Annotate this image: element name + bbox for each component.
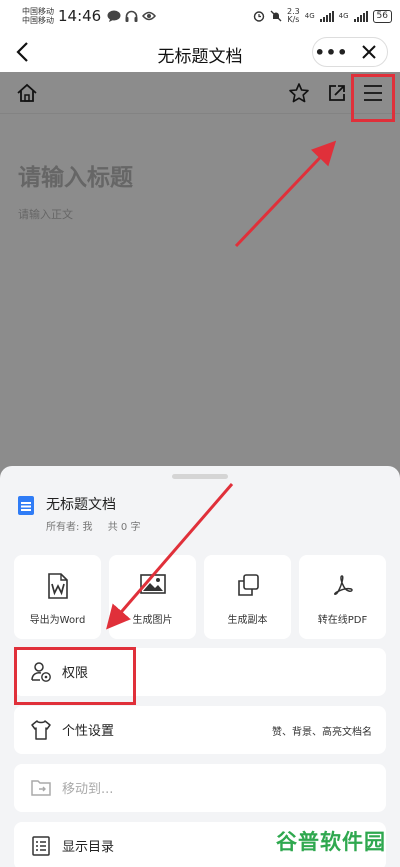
generate-image-label: 生成图片 bbox=[132, 615, 173, 626]
message-bubble-icon bbox=[107, 10, 121, 22]
generate-image-button[interactable]: 生成图片 bbox=[109, 555, 196, 639]
net-type-2: 4G bbox=[338, 12, 349, 20]
tshirt-icon bbox=[31, 720, 51, 740]
folder-move-icon bbox=[31, 780, 51, 796]
export-word-label: 导出为Word bbox=[29, 615, 86, 626]
app-header: 无标题文档 ••• bbox=[0, 32, 400, 72]
signal-icon bbox=[319, 10, 334, 22]
net-type-1: 4G bbox=[304, 12, 315, 20]
toc-icon bbox=[32, 836, 50, 856]
carrier-1: 中国移动 bbox=[22, 7, 54, 16]
make-copy-button[interactable]: 生成副本 bbox=[204, 555, 291, 639]
close-icon bbox=[361, 45, 376, 59]
copy-icon bbox=[237, 574, 259, 596]
word-count: 共 0 字 bbox=[107, 522, 141, 533]
system-icons: 2.3 K/s 4G 4G 56 bbox=[253, 8, 392, 24]
watermark-logo: 谷普软件园 bbox=[276, 830, 386, 854]
make-copy-label: 生成副本 bbox=[227, 615, 268, 626]
sheet-doc-meta: 所有者: 我 共 0 字 bbox=[46, 518, 152, 533]
net-speed: 2.3 K/s bbox=[287, 8, 300, 24]
permission-highlight-box bbox=[14, 647, 136, 705]
personalize-value: 赞、背景、高亮文档名 bbox=[272, 727, 372, 738]
document-icon bbox=[18, 496, 34, 515]
sheet-doc-name: 无标题文档 bbox=[46, 497, 116, 513]
status-bar: 中国移动 中国移动 14:46 2.3 K/s 4G 4G 56 bbox=[0, 0, 400, 32]
sheet-doc-info: 无标题文档 所有者: 我 共 0 字 bbox=[0, 484, 400, 548]
close-button[interactable] bbox=[350, 44, 387, 60]
convert-pdf-button[interactable]: 转在线PDF bbox=[299, 555, 386, 639]
net-speed-unit: K/s bbox=[287, 15, 300, 24]
sheet-handle[interactable] bbox=[172, 474, 228, 479]
action-grid: 导出为Word 生成图片 生成副本 转在线PDF bbox=[14, 555, 386, 639]
eye-icon bbox=[142, 11, 157, 21]
image-icon bbox=[139, 574, 166, 594]
personalize-label: 个性设置 bbox=[62, 724, 115, 739]
show-toc-label: 显示目录 bbox=[62, 840, 115, 855]
more-button[interactable]: ••• bbox=[313, 43, 350, 62]
pdf-icon bbox=[333, 575, 353, 595]
word-icon bbox=[47, 573, 68, 599]
export-word-button[interactable]: 导出为Word bbox=[14, 555, 101, 639]
mute-bell-icon bbox=[270, 10, 282, 22]
signal-icon-2 bbox=[353, 10, 368, 22]
headphones-icon bbox=[125, 10, 138, 22]
notification-icons bbox=[107, 10, 157, 22]
menu-highlight-box bbox=[351, 74, 395, 122]
clock: 14:46 bbox=[58, 7, 102, 25]
carrier-2: 中国移动 bbox=[22, 16, 54, 25]
carrier-info: 中国移动 中国移动 bbox=[22, 7, 54, 25]
mini-program-capsule: ••• bbox=[312, 37, 388, 67]
convert-pdf-label: 转在线PDF bbox=[317, 615, 368, 626]
battery-indicator: 56 bbox=[372, 9, 392, 23]
move-to-label: 移动到... bbox=[62, 782, 114, 797]
alarm-icon bbox=[253, 11, 265, 22]
personalize-row[interactable]: 个性设置 赞、背景、高亮文档名 bbox=[14, 706, 386, 754]
move-to-row[interactable]: 移动到... bbox=[14, 764, 386, 812]
owner-label: 所有者: 我 bbox=[46, 522, 93, 533]
